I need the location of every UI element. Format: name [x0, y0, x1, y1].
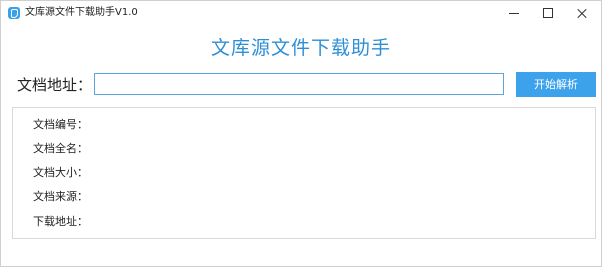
app-icon [8, 7, 20, 19]
title-bar[interactable]: 文库源文件下载助手V1.0 [1, 1, 601, 25]
doc-size-label: 文档大小： [33, 166, 88, 179]
page-title: 文库源文件下载助手 [210, 37, 391, 59]
address-label: 文档地址： [17, 76, 93, 94]
info-panel: 文档编号： 文档全名： 文档大小： 文档来源： 下载地址： [12, 107, 596, 239]
doc-source-label: 文档来源： [33, 190, 88, 203]
start-parse-button[interactable]: 开始解析 [516, 72, 596, 97]
maximize-icon[interactable] [533, 1, 563, 25]
address-input[interactable] [94, 73, 504, 95]
window-title: 文库源文件下载助手V1.0 [25, 7, 138, 18]
close-icon[interactable] [567, 1, 597, 25]
app-window: 文库源文件下载助手V1.0 文库源文件下载助手 文档地址： 开始解析 文档编号：… [0, 0, 602, 267]
doc-fullname-label: 文档全名： [33, 142, 88, 155]
minimize-icon[interactable] [499, 1, 529, 25]
download-url-label: 下载地址： [33, 215, 88, 228]
doc-id-label: 文档编号： [33, 118, 88, 131]
